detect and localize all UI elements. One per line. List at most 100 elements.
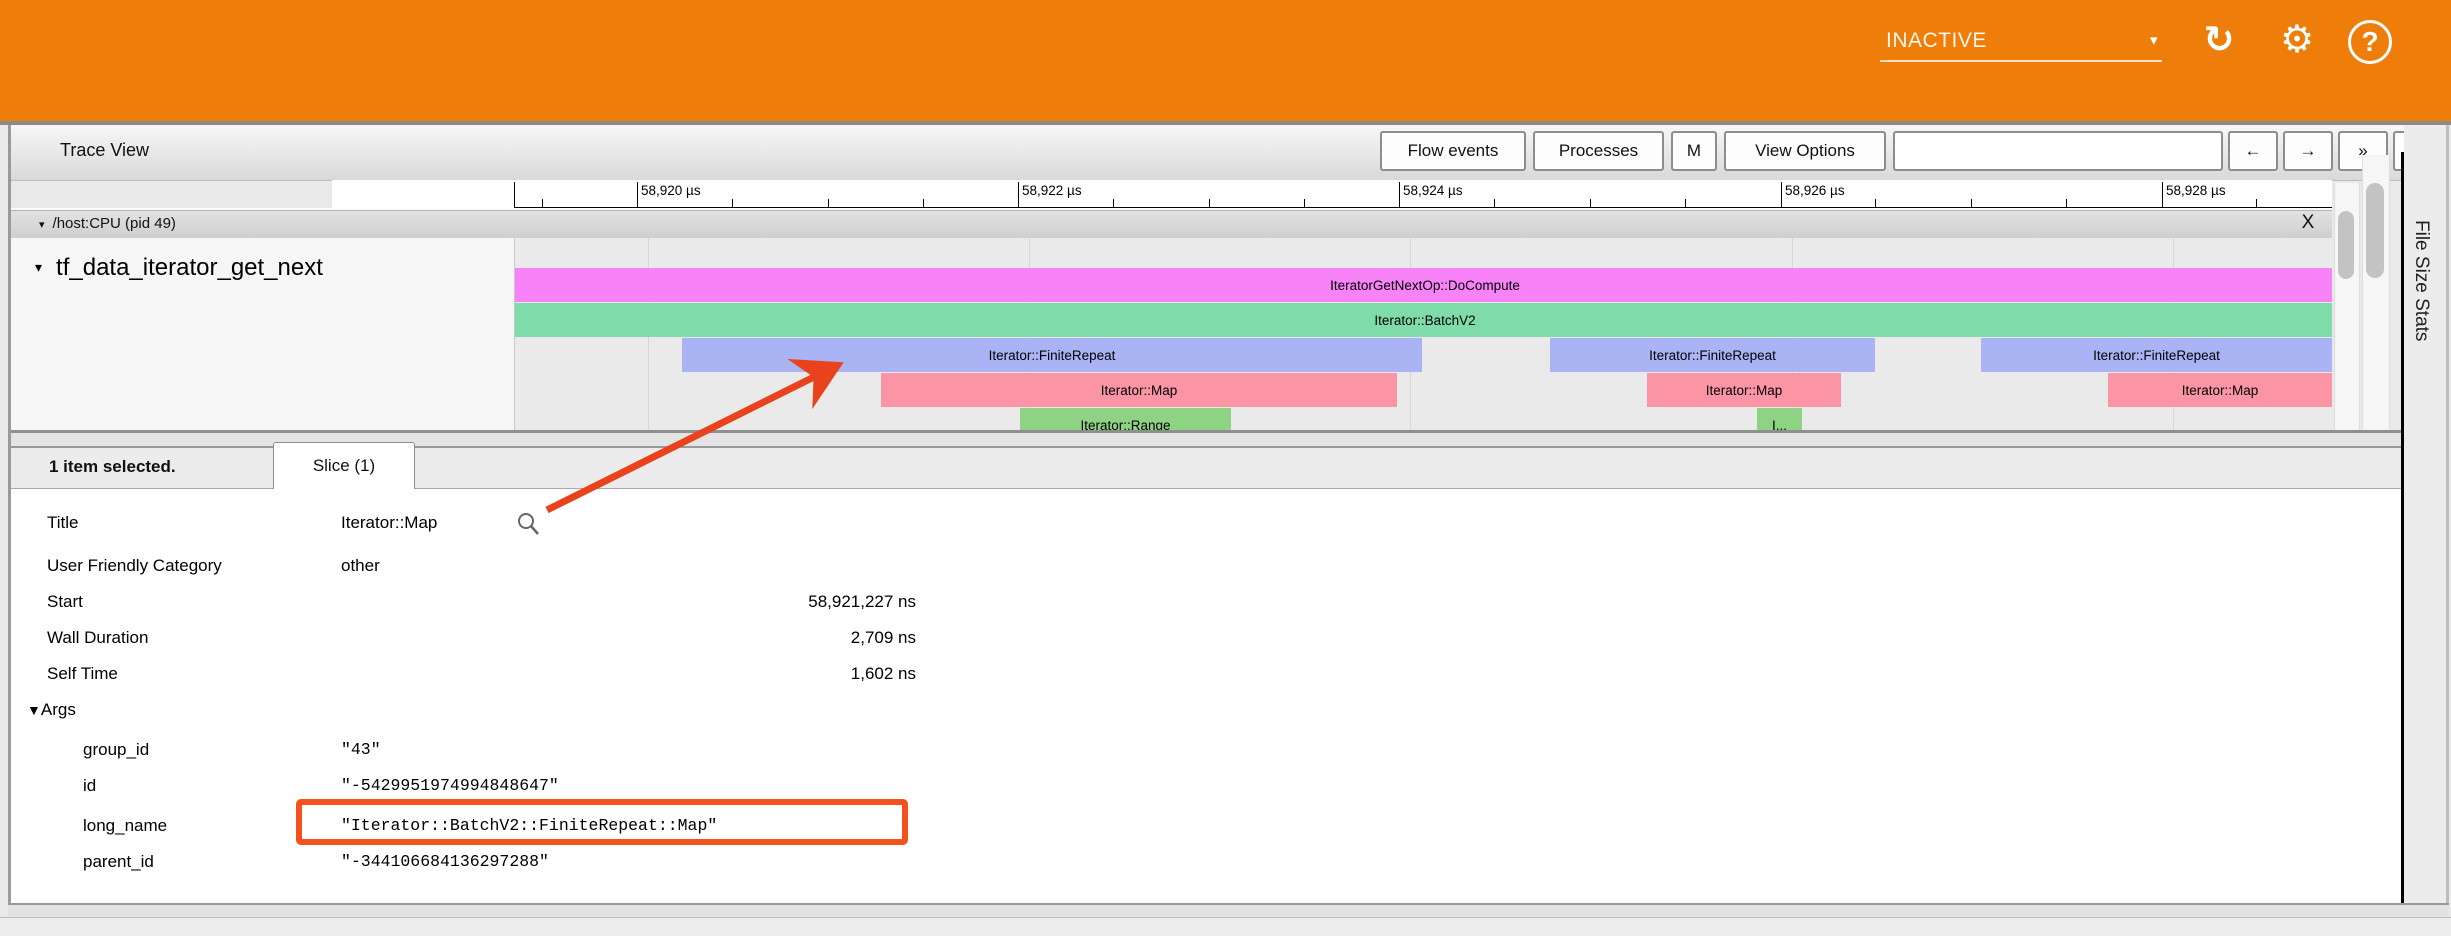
ruler-major-tick <box>1399 182 1400 208</box>
field-value: 58,921,227 ns <box>341 592 916 612</box>
args-header-row[interactable]: ▼Args <box>11 692 2401 728</box>
scrollbar-thumb[interactable] <box>2366 183 2384 278</box>
trace-slice[interactable]: Iterator::Map <box>1647 373 1841 407</box>
ruler-minor-tick <box>1209 199 1210 208</box>
collapse-triangle-icon: ▾ <box>35 259 42 275</box>
args-label: ▼Args <box>27 700 76 720</box>
process-label: ▾/host:CPU (pid 49) <box>39 215 176 232</box>
sidebar-divider[interactable] <box>2401 152 2404 904</box>
ruler-minor-tick <box>1304 199 1305 208</box>
find-next-button[interactable]: → <box>2283 131 2333 171</box>
right-sidebar: File Size Stats <box>2404 125 2446 904</box>
process-header-row[interactable]: ▾/host:CPU (pid 49) X <box>11 210 2332 239</box>
processes-button[interactable]: Processes <box>1533 131 1664 171</box>
ruler-minor-tick <box>1494 199 1495 208</box>
detail-row-title: Title Iterator::Map <box>11 505 2401 541</box>
scrollbar-thumb[interactable] <box>2338 211 2354 279</box>
field-label: User Friendly Category <box>47 556 222 576</box>
trace-slice[interactable]: Iterator::Map <box>2108 373 2332 407</box>
arg-label: group_id <box>83 740 149 760</box>
timeline-scrollbar[interactable] <box>2334 183 2360 430</box>
trace-row: Iterator::FiniteRepeat Iterator::FiniteRe… <box>515 338 2332 372</box>
arg-row-parent-id: parent_id "-344106684136297288" <box>11 844 2401 880</box>
field-label: Wall Duration <box>47 628 148 648</box>
arg-label: long_name <box>83 816 167 836</box>
selection-status: 1 item selected. <box>49 457 176 477</box>
detail-row-wall-duration: Wall Duration 2,709 ns <box>11 620 2401 656</box>
trace-slice[interactable]: Iterator::Range <box>1020 408 1231 430</box>
field-label: Start <box>47 592 83 612</box>
field-value: other <box>341 556 380 576</box>
flow-events-button[interactable]: Flow events <box>1380 131 1526 171</box>
field-label: Title <box>47 513 79 533</box>
ruler-major-tick <box>2162 182 2163 208</box>
dropdown-caret-icon: ▾ <box>2150 31 2158 49</box>
ruler-minor-tick <box>2256 199 2257 208</box>
detail-row-category: User Friendly Category other <box>11 548 2401 584</box>
file-size-stats-tab[interactable]: File Size Stats <box>2410 220 2432 341</box>
trace-view-title: Trace View <box>60 140 149 161</box>
trace-slice[interactable]: Iterator::FiniteRepeat <box>1981 338 2332 372</box>
ruler-minor-tick <box>2066 199 2067 208</box>
ruler-minor-tick <box>923 199 924 208</box>
ruler-minor-tick <box>1590 199 1591 208</box>
trace-row: Iterator::BatchV2 <box>515 303 2332 337</box>
timeline-canvas[interactable]: IteratorGetNextOp::DoComputeIterator::Ba… <box>515 238 2332 430</box>
field-value: Iterator::Map <box>341 513 437 533</box>
time-ruler: 58,920 µs58,922 µs58,924 µs58,926 µs58,9… <box>332 180 2332 208</box>
find-input[interactable] <box>1893 131 2223 171</box>
tab-slice[interactable]: Slice (1) <box>273 442 415 489</box>
arg-value: "43" <box>341 740 381 759</box>
arg-label: id <box>83 776 96 796</box>
ruler-boundary-tick <box>514 182 515 208</box>
ruler-minor-tick <box>542 199 543 208</box>
ruler-minor-tick <box>732 199 733 208</box>
trace-row: Iterator::Range I... <box>515 408 2332 430</box>
pane-scrollbar[interactable] <box>2362 155 2390 430</box>
trace-slice[interactable]: IteratorGetNextOp::DoCompute <box>515 268 2332 302</box>
collapse-triangle-icon: ▼ <box>27 702 41 718</box>
ruler-major-tick <box>1781 182 1782 208</box>
trace-slice[interactable]: Iterator::FiniteRepeat <box>1550 338 1875 372</box>
help-icon[interactable]: ? <box>2348 20 2392 64</box>
detail-row-start: Start 58,921,227 ns <box>11 584 2401 620</box>
profiler-window: INACTIVE ▾ ↻ ⚙ ? Trace View Flow events … <box>0 0 2451 936</box>
search-magnifier-icon[interactable] <box>516 511 542 542</box>
run-status-value: INACTIVE <box>1880 29 1987 53</box>
refresh-icon[interactable]: ↻ <box>2196 17 2242 63</box>
highlight-annotation-box <box>296 799 908 845</box>
trace-row: Iterator::Map Iterator::Map Iterator::Map <box>515 373 2332 407</box>
ruler-major-tick <box>1018 182 1019 208</box>
field-label: Self Time <box>47 664 118 684</box>
field-value: 1,602 ns <box>341 664 916 684</box>
collapse-triangle-icon: ▾ <box>39 219 45 231</box>
gear-icon[interactable]: ⚙ <box>2274 17 2320 63</box>
arg-value: "-5429951974994848647" <box>341 776 559 795</box>
trace-slice[interactable]: Iterator::BatchV2 <box>515 303 2332 337</box>
trace-slice[interactable]: Iterator::FiniteRepeat <box>682 338 1422 372</box>
ruler-minor-tick <box>1971 199 1972 208</box>
ruler-minor-tick <box>1113 199 1114 208</box>
trace-row: IteratorGetNextOp::DoCompute <box>515 268 2332 302</box>
tracks-area: ▾/host:CPU (pid 49) X ▾tf_data_iterator_… <box>11 208 2332 430</box>
trace-slice[interactable]: I... <box>1757 408 1802 430</box>
view-options-button[interactable]: View Options <box>1724 131 1886 171</box>
run-status-dropdown[interactable]: INACTIVE ▾ <box>1880 22 2162 62</box>
track-label[interactable]: ▾tf_data_iterator_get_next <box>35 254 323 282</box>
ruler-minor-tick <box>1685 199 1686 208</box>
detail-row-self-time: Self Time 1,602 ns <box>11 656 2401 692</box>
ruler-tick-label: 58,920 µs <box>641 183 701 198</box>
find-previous-button[interactable]: ← <box>2228 131 2278 171</box>
ruler-major-tick <box>637 182 638 208</box>
trace-slice-selected[interactable]: Iterator::Map <box>881 373 1397 407</box>
close-track-button[interactable]: X <box>2295 212 2321 236</box>
ruler-tick-label: 58,924 µs <box>1403 183 1463 198</box>
window-right-border <box>2446 125 2449 915</box>
arg-value: "-344106684136297288" <box>341 852 549 871</box>
arg-row-group-id: group_id "43" <box>11 732 2401 768</box>
ruler-tick-label: 58,922 µs <box>1022 183 1082 198</box>
arg-label: parent_id <box>83 852 154 872</box>
window-bottom-edge <box>0 917 2451 936</box>
ruler-minor-tick <box>828 199 829 208</box>
metadata-button[interactable]: M <box>1671 131 1717 171</box>
